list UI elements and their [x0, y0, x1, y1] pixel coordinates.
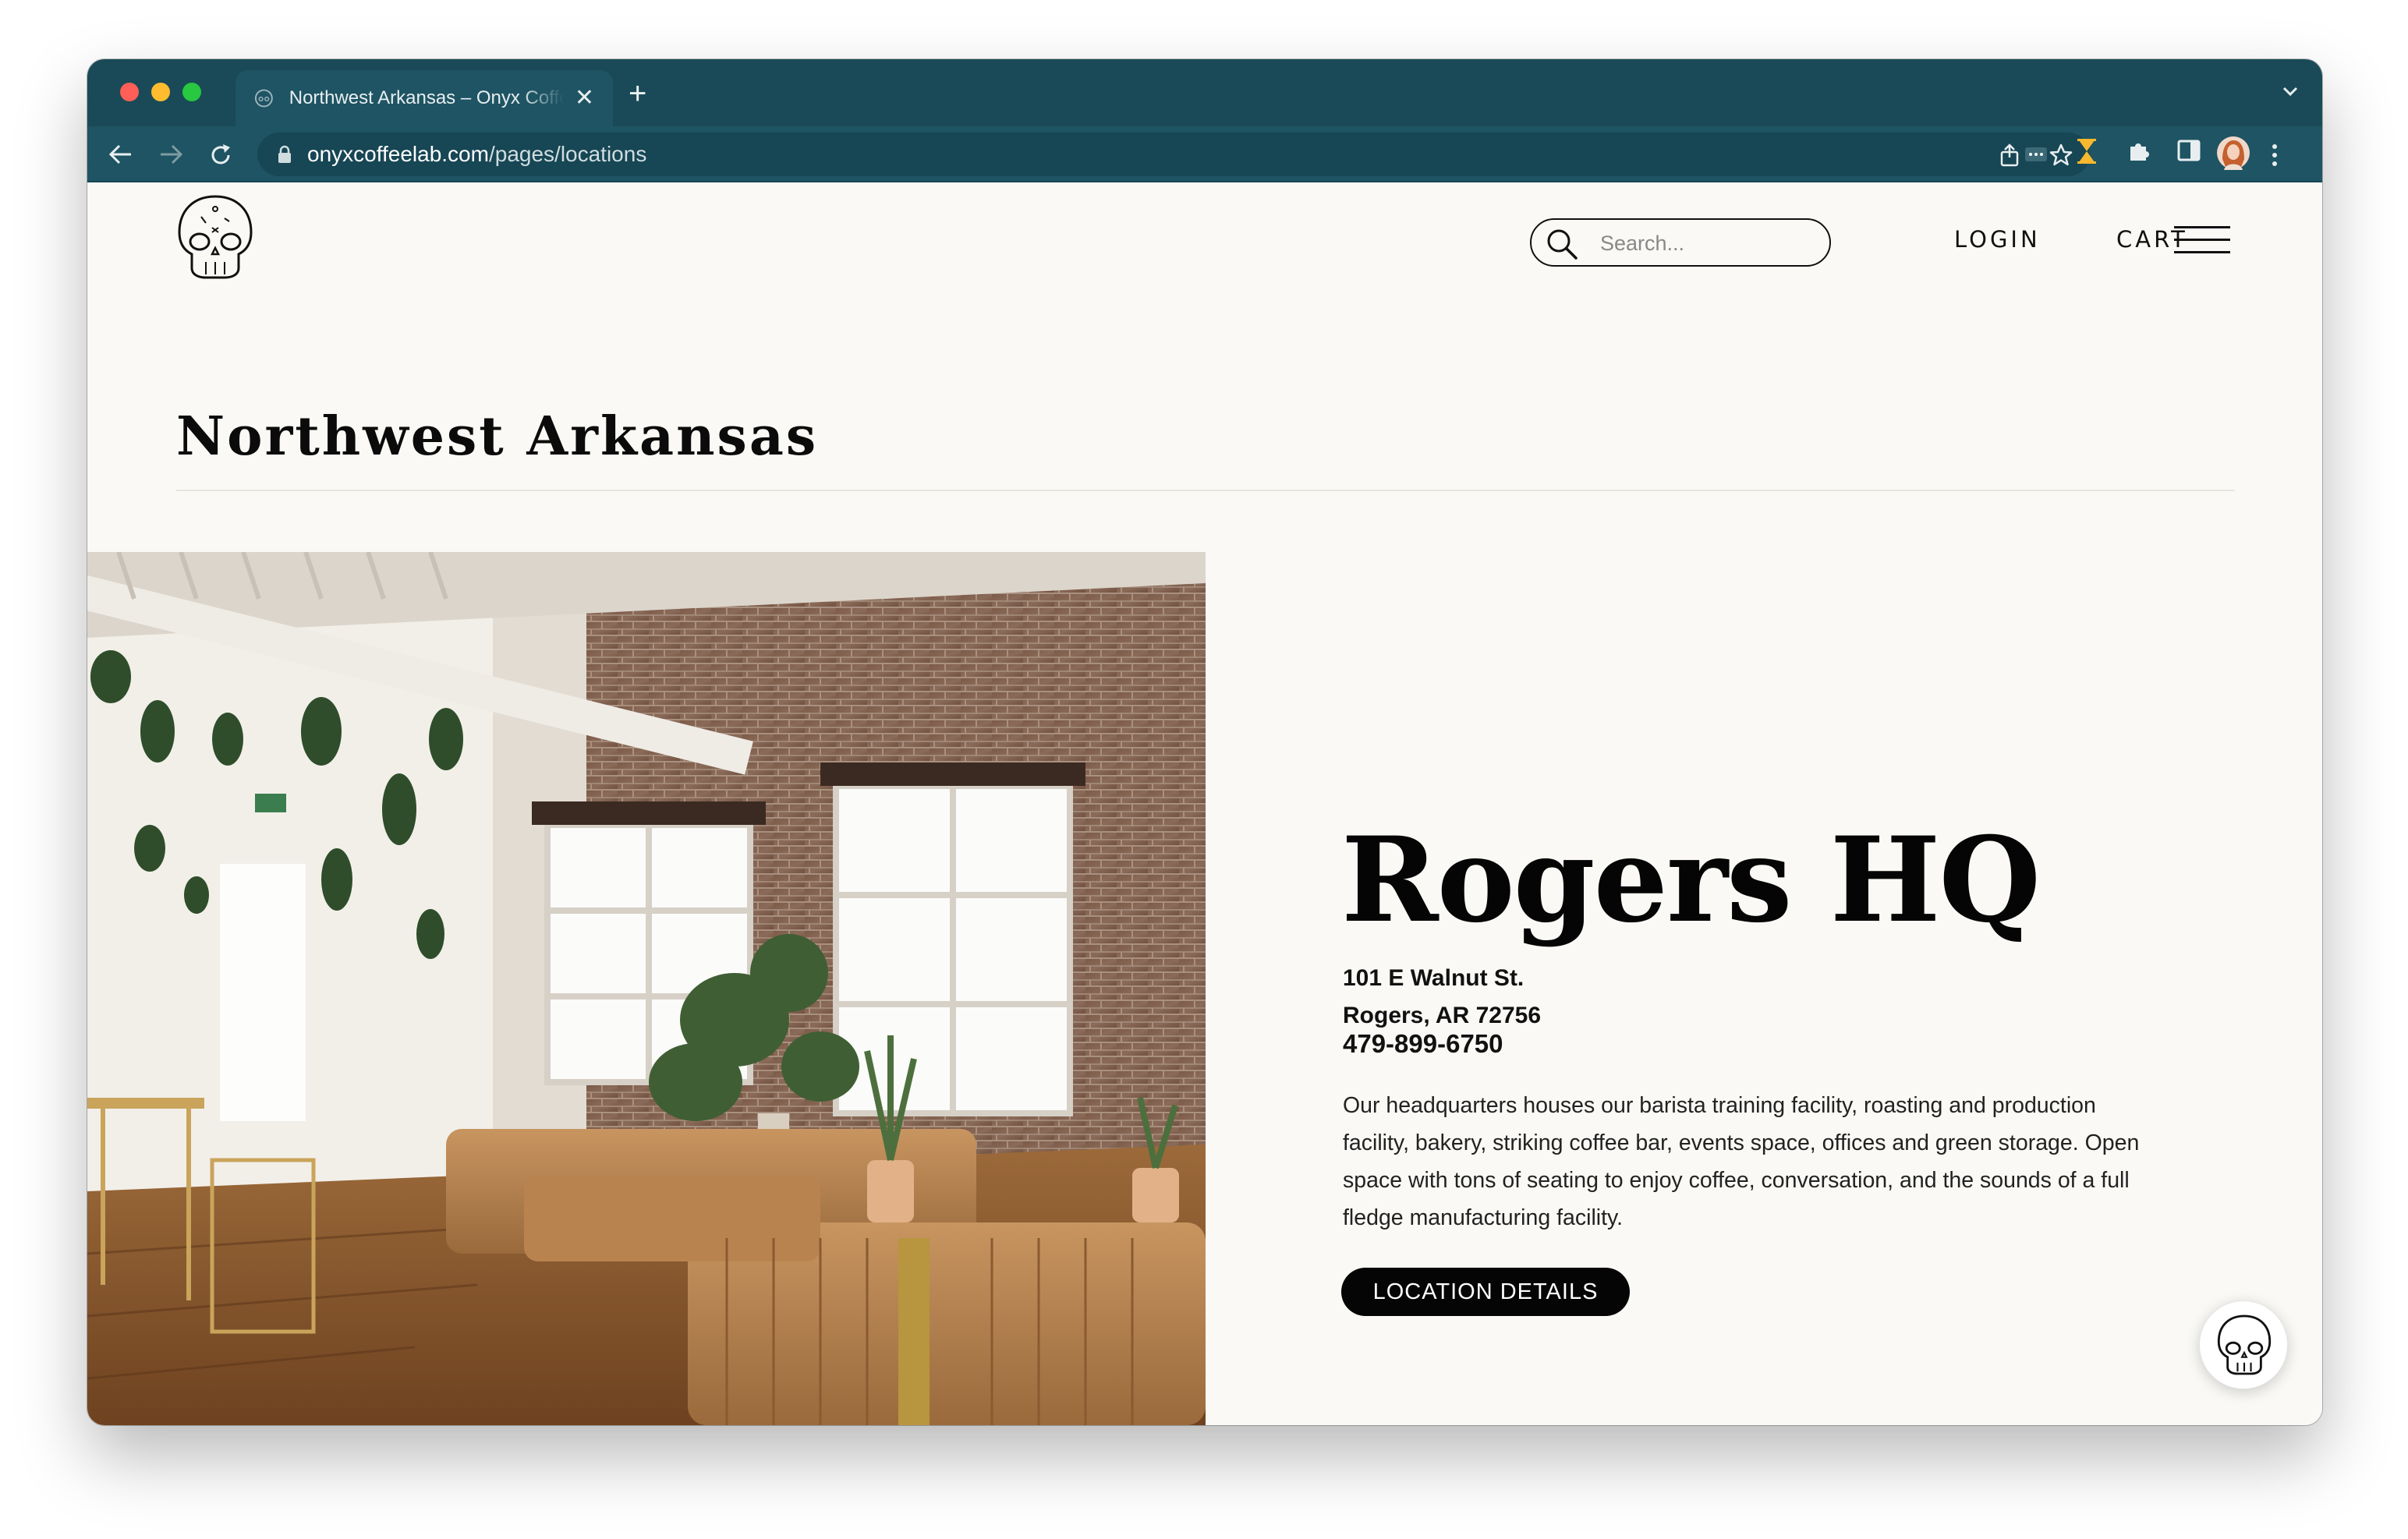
skull-logo-icon[interactable] [175, 193, 256, 281]
maximize-window-button[interactable] [182, 83, 201, 101]
browser-toolbar: onyxcoffeelab.com/pages/locations [87, 126, 2322, 182]
hourglass-extension-icon[interactable] [2077, 139, 2096, 164]
new-tab-button[interactable]: + [629, 78, 646, 109]
active-tab[interactable]: Northwest Arkansas – Onyx Coffee Lab ✕ [235, 70, 613, 126]
address-line-1: 101 E Walnut St. [1343, 965, 1524, 991]
tab-bar: Northwest Arkansas – Onyx Coffee Lab ✕ + [87, 59, 2322, 126]
forward-icon[interactable] [158, 143, 184, 165]
tab-title: Northwest Arkansas – Onyx Coffee Lab [289, 87, 564, 108]
address-line-2: Rogers, AR 72756 [1343, 1003, 1542, 1028]
close-window-button[interactable] [120, 83, 139, 101]
share-icon[interactable] [1999, 143, 2020, 167]
location-photo [87, 552, 1206, 1425]
url-path: /pages/locations [488, 142, 647, 166]
page-title: Northwest Arkansas [176, 405, 819, 468]
sidebar-icon[interactable] [2177, 139, 2201, 162]
tab-search-chevron-icon[interactable] [2282, 86, 2299, 97]
title-divider [176, 490, 2235, 491]
url-text[interactable]: onyxcoffeelab.com/pages/locations [307, 142, 646, 167]
minimize-window-button[interactable] [151, 83, 170, 101]
star-icon[interactable] [2049, 143, 2073, 167]
location-details-button[interactable]: LOCATION DETAILS [1341, 1268, 1630, 1316]
kebab-menu-icon[interactable] [2271, 143, 2279, 167]
extension-icon[interactable] [2126, 139, 2151, 164]
extension-password-icon[interactable] [2024, 147, 2048, 162]
search-box[interactable] [1530, 218, 1831, 267]
search-input[interactable] [1600, 228, 1818, 259]
address-bar[interactable]: onyxcoffeelab.com/pages/locations [257, 133, 2090, 176]
chat-widget-button[interactable] [2199, 1300, 2288, 1389]
back-icon[interactable] [108, 143, 134, 165]
search-icon[interactable] [1546, 228, 1578, 260]
login-link[interactable]: LOGIN [1954, 226, 2041, 253]
url-host: onyxcoffeelab.com [307, 142, 489, 166]
location-name: Rogers HQ [1341, 812, 2041, 949]
skull-chat-icon [2217, 1314, 2272, 1375]
phone-number[interactable]: 479-899-6750 [1343, 1029, 1503, 1059]
profile-avatar[interactable] [2216, 136, 2250, 170]
favicon-icon [254, 89, 273, 108]
lock-icon[interactable] [278, 145, 292, 164]
location-description: Our headquarters houses our barista trai… [1343, 1093, 2140, 1230]
hamburger-menu-icon[interactable] [2174, 226, 2230, 254]
tab-close-icon[interactable]: ✕ [575, 87, 594, 110]
browser-window: Northwest Arkansas – Onyx Coffee Lab ✕ + [87, 59, 2322, 1425]
page-content: LOGIN CART Northwest Arkansas [87, 182, 2322, 1425]
reload-icon[interactable] [209, 143, 232, 167]
